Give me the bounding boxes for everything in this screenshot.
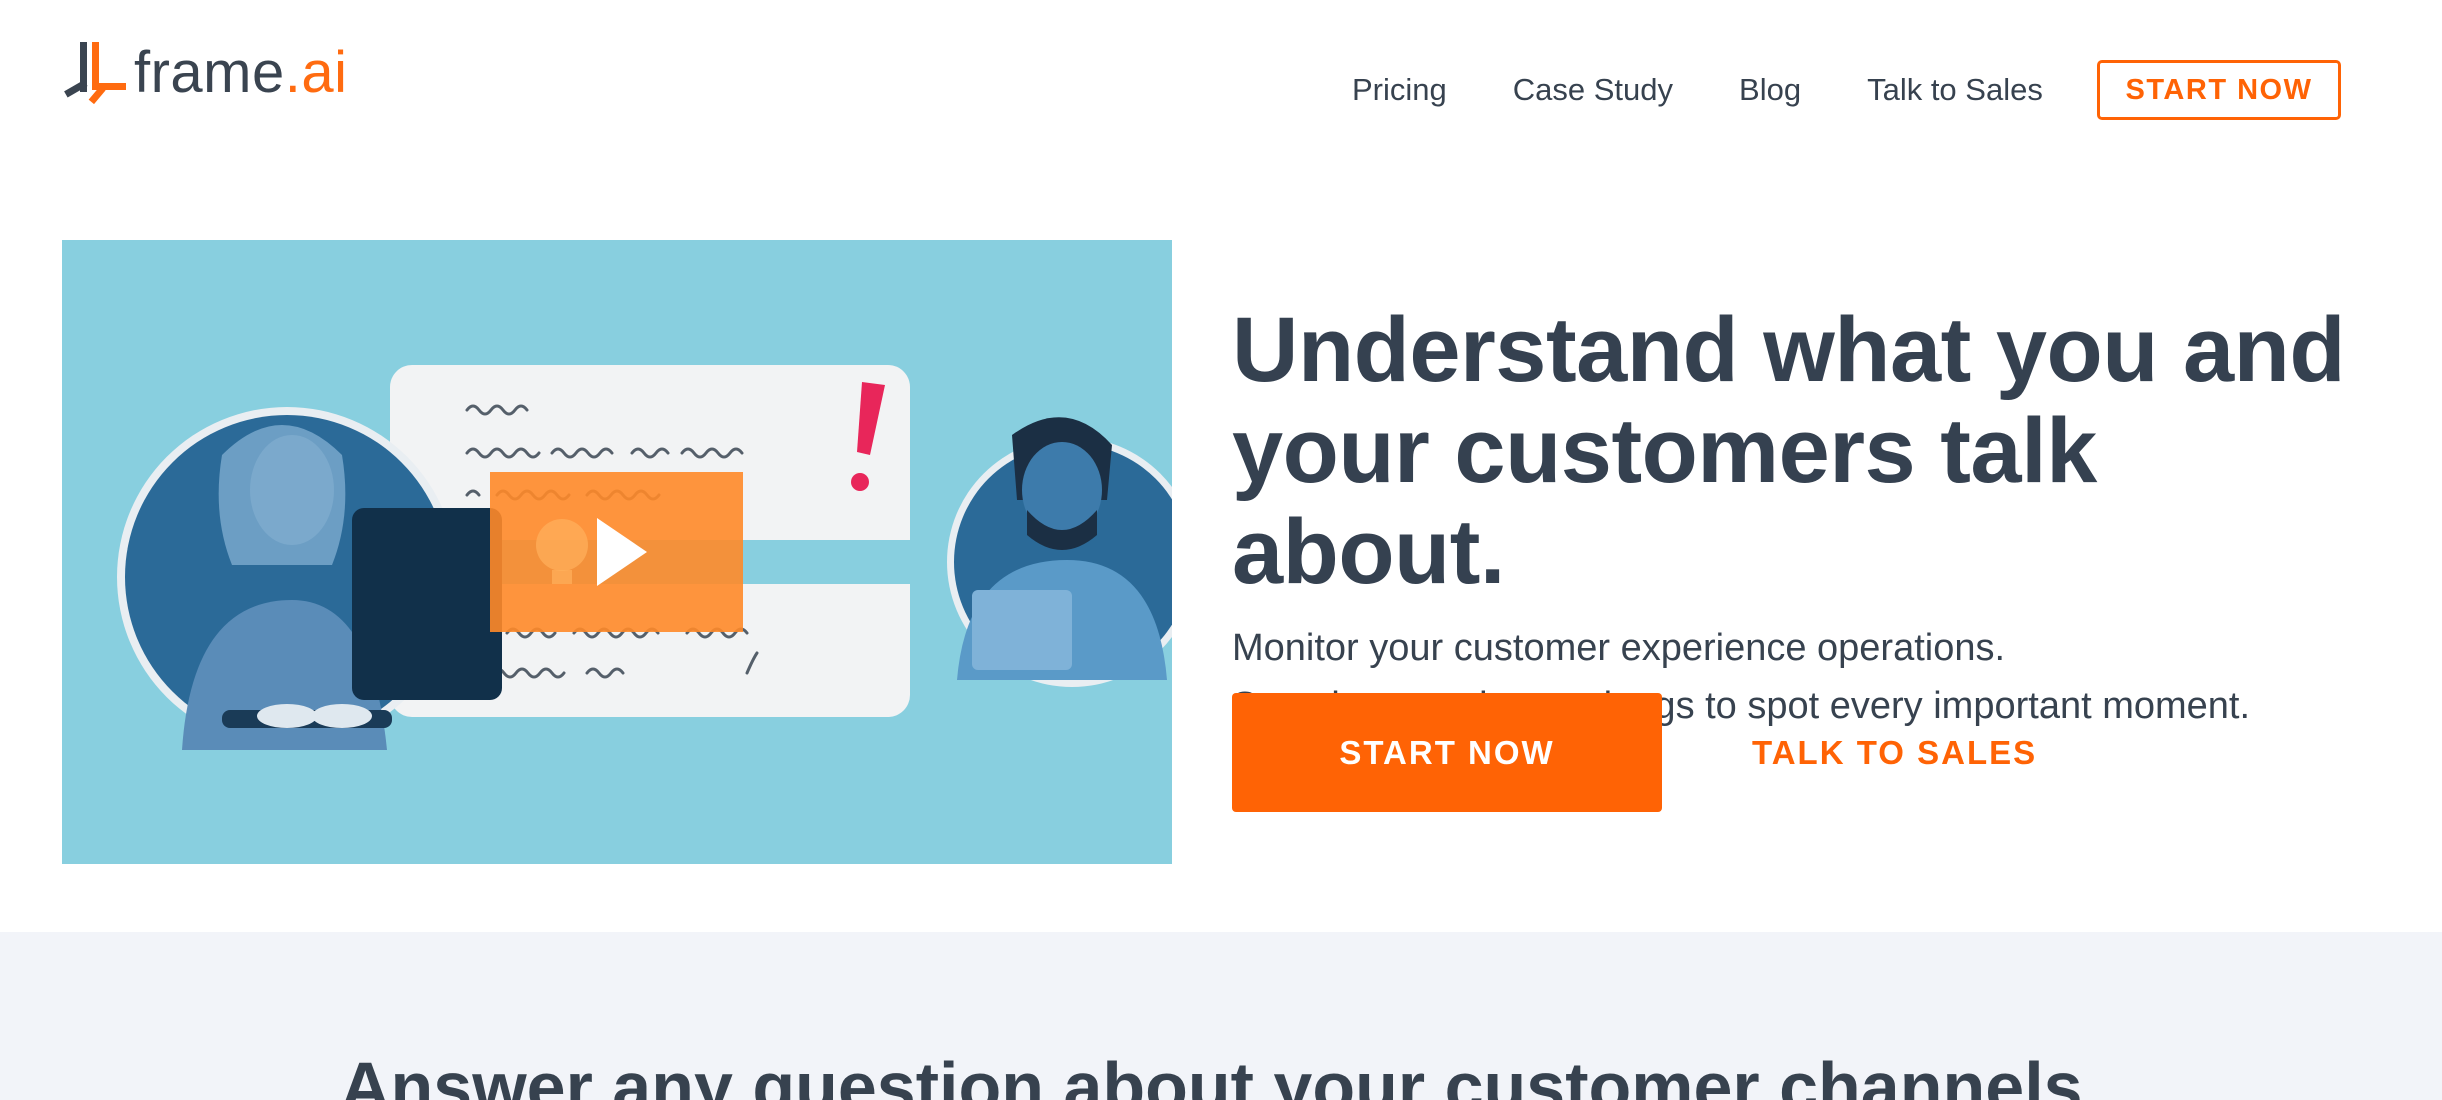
logo-wordmark: frame.ai — [134, 38, 348, 108]
frame-logo-icon — [64, 42, 126, 105]
hero-talk-to-sales-link[interactable]: TALK TO SALES — [1752, 730, 2037, 776]
main-nav: Pricing Case Study Blog Talk to Sales — [1352, 60, 2043, 120]
site-header: frame.ai Pricing Case Study Blog Talk to… — [0, 0, 2442, 190]
hero-subheadline-line-1: Monitor your customer experience operati… — [1232, 627, 2006, 669]
play-overlay[interactable] — [490, 472, 743, 632]
hero-start-now-button[interactable]: START NOW — [1232, 693, 1662, 812]
nav-case-study[interactable]: Case Study — [1513, 72, 1673, 108]
hero-copy: Understand what you and your customers t… — [1232, 300, 2392, 735]
customer-illustration — [947, 417, 1172, 687]
logo-name: frame — [134, 40, 285, 105]
hero-headline-line-1: Understand what you and — [1232, 299, 2346, 401]
hero-headline-line-2: your customers talk about. — [1232, 400, 2097, 603]
logo-link[interactable]: frame.ai — [62, 38, 348, 108]
features-section: Answer any question about your customer … — [0, 932, 2442, 1100]
nav-blog[interactable]: Blog — [1739, 72, 1801, 108]
features-section-title: Answer any question about your customer … — [339, 1048, 2103, 1100]
logo-suffix: .ai — [284, 40, 348, 105]
header-start-now-button[interactable]: START NOW — [2097, 60, 2341, 120]
nav-talk-to-sales[interactable]: Talk to Sales — [1867, 72, 2043, 108]
video-illustration — [117, 365, 1172, 750]
nav-pricing[interactable]: Pricing — [1352, 72, 1447, 108]
hero-headline: Understand what you and your customers t… — [1232, 300, 2392, 603]
hero-video-player[interactable] — [62, 240, 1172, 864]
